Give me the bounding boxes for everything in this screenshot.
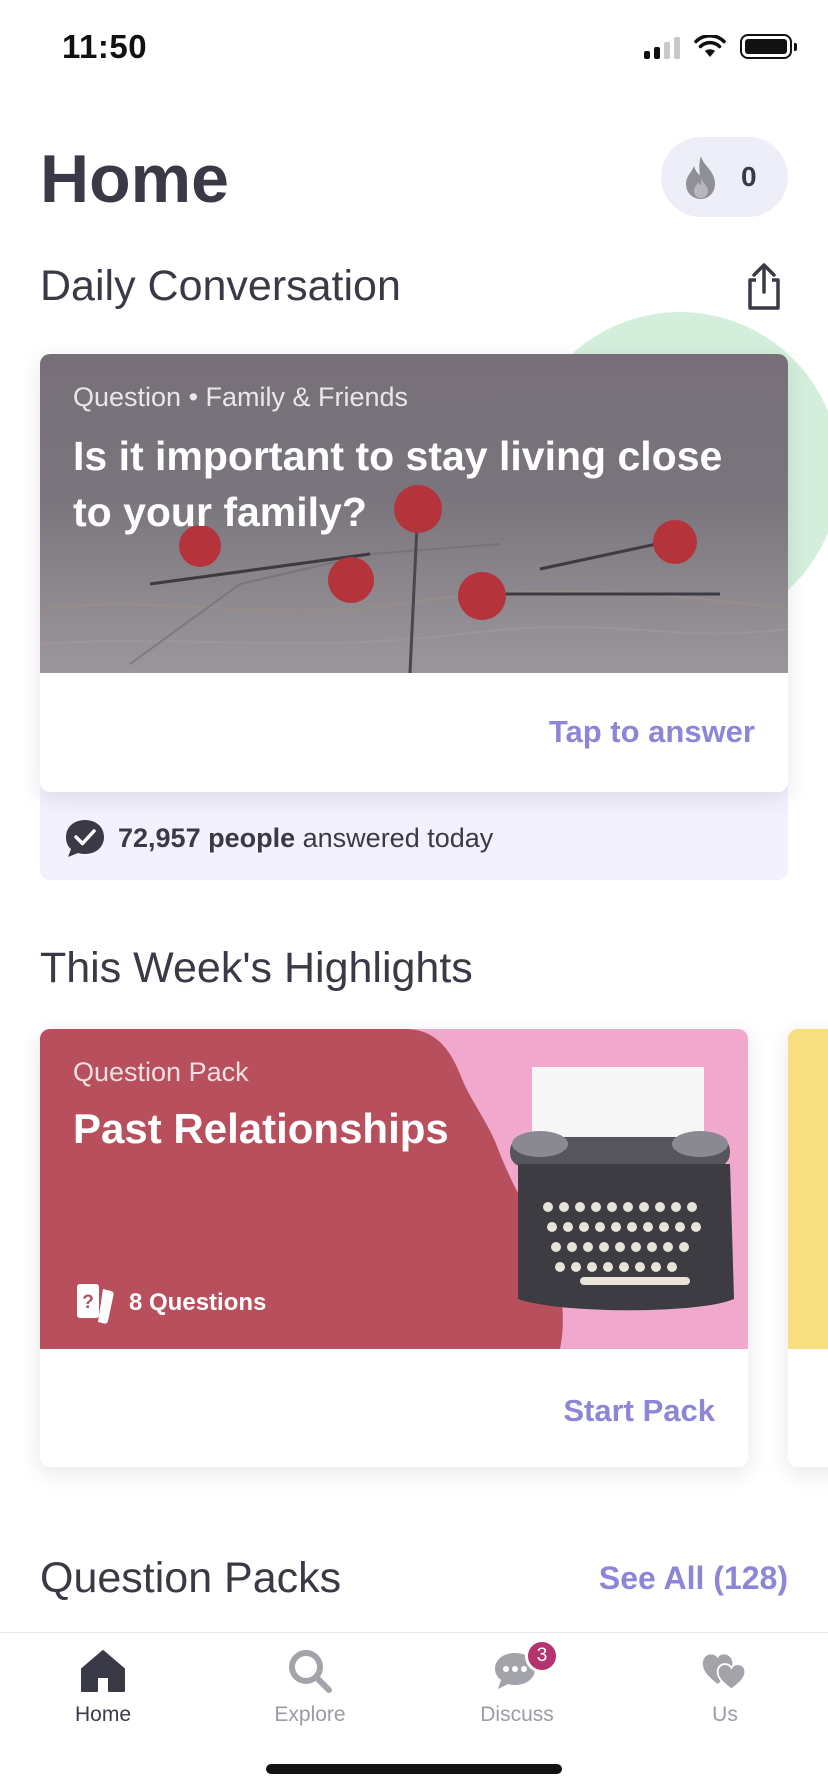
tab-discuss-label: Discuss (480, 1703, 554, 1726)
next-highlight-card[interactable] (788, 1029, 828, 1467)
pack-title: Past Relationships (73, 1105, 449, 1152)
search-icon (289, 1650, 332, 1693)
tab-us[interactable]: Us (655, 1647, 795, 1727)
see-all-link[interactable]: See All (128) (599, 1560, 788, 1597)
tab-us-label: Us (712, 1703, 738, 1726)
tab-home-label: Home (74, 1703, 132, 1726)
answered-suffix: answered today (302, 822, 494, 853)
map-pins-image: Question • Family & Friends Is it import… (40, 354, 788, 673)
status-icons (644, 34, 797, 59)
pack-banner: Question Pack Past Relationships ? 8 Que… (40, 1029, 748, 1349)
battery-icon (740, 34, 797, 59)
svg-text:?: ? (82, 1292, 94, 1313)
page-title: Home (40, 141, 229, 217)
answered-today-info: 72,957 people answered today (64, 818, 493, 858)
status-bar: 11:50 (0, 0, 828, 100)
answered-count: 72,957 (118, 822, 201, 853)
status-time: 11:50 (62, 28, 148, 65)
question-category: Question • Family & Friends (73, 382, 409, 412)
streak-button[interactable]: 0 (661, 137, 788, 217)
answered-unit: people (208, 822, 296, 853)
discuss-badge: 3 (525, 1639, 559, 1673)
packs-section-title: Question Packs (40, 1554, 342, 1602)
daily-question-card[interactable]: Question • Family & Friends Is it import… (40, 354, 788, 792)
daily-question-text: Is it important to stay living close to … (73, 433, 723, 535)
daily-section-title: Daily Conversation (40, 262, 401, 310)
tab-explore[interactable]: Explore (240, 1647, 380, 1727)
flame-icon (686, 156, 715, 199)
tab-explore-label: Explore (274, 1703, 346, 1726)
home-icon (81, 1650, 125, 1692)
tap-to-answer-button[interactable]: Tap to answer (549, 714, 755, 750)
pack-question-count: ? 8 Questions (73, 1281, 266, 1325)
highlights-section-title: This Week's Highlights (40, 944, 473, 992)
tab-discuss[interactable]: 3 Discuss (447, 1639, 587, 1727)
hearts-icon (702, 1654, 747, 1691)
cellular-signal-icon (644, 35, 680, 59)
start-pack-button[interactable]: Start Pack (563, 1393, 715, 1429)
pack-type: Question Pack (73, 1057, 249, 1087)
tab-home[interactable]: Home (33, 1647, 173, 1727)
share-icon[interactable] (740, 262, 788, 312)
highlight-pack-card[interactable]: Question Pack Past Relationships ? 8 Que… (40, 1029, 748, 1467)
streak-count: 0 (741, 161, 757, 192)
checkmark-chat-icon (66, 820, 104, 857)
home-indicator (266, 1764, 562, 1774)
question-cards-icon: ? (77, 1284, 114, 1324)
pack-count-text: 8 Questions (129, 1289, 267, 1316)
wifi-icon (694, 34, 726, 57)
